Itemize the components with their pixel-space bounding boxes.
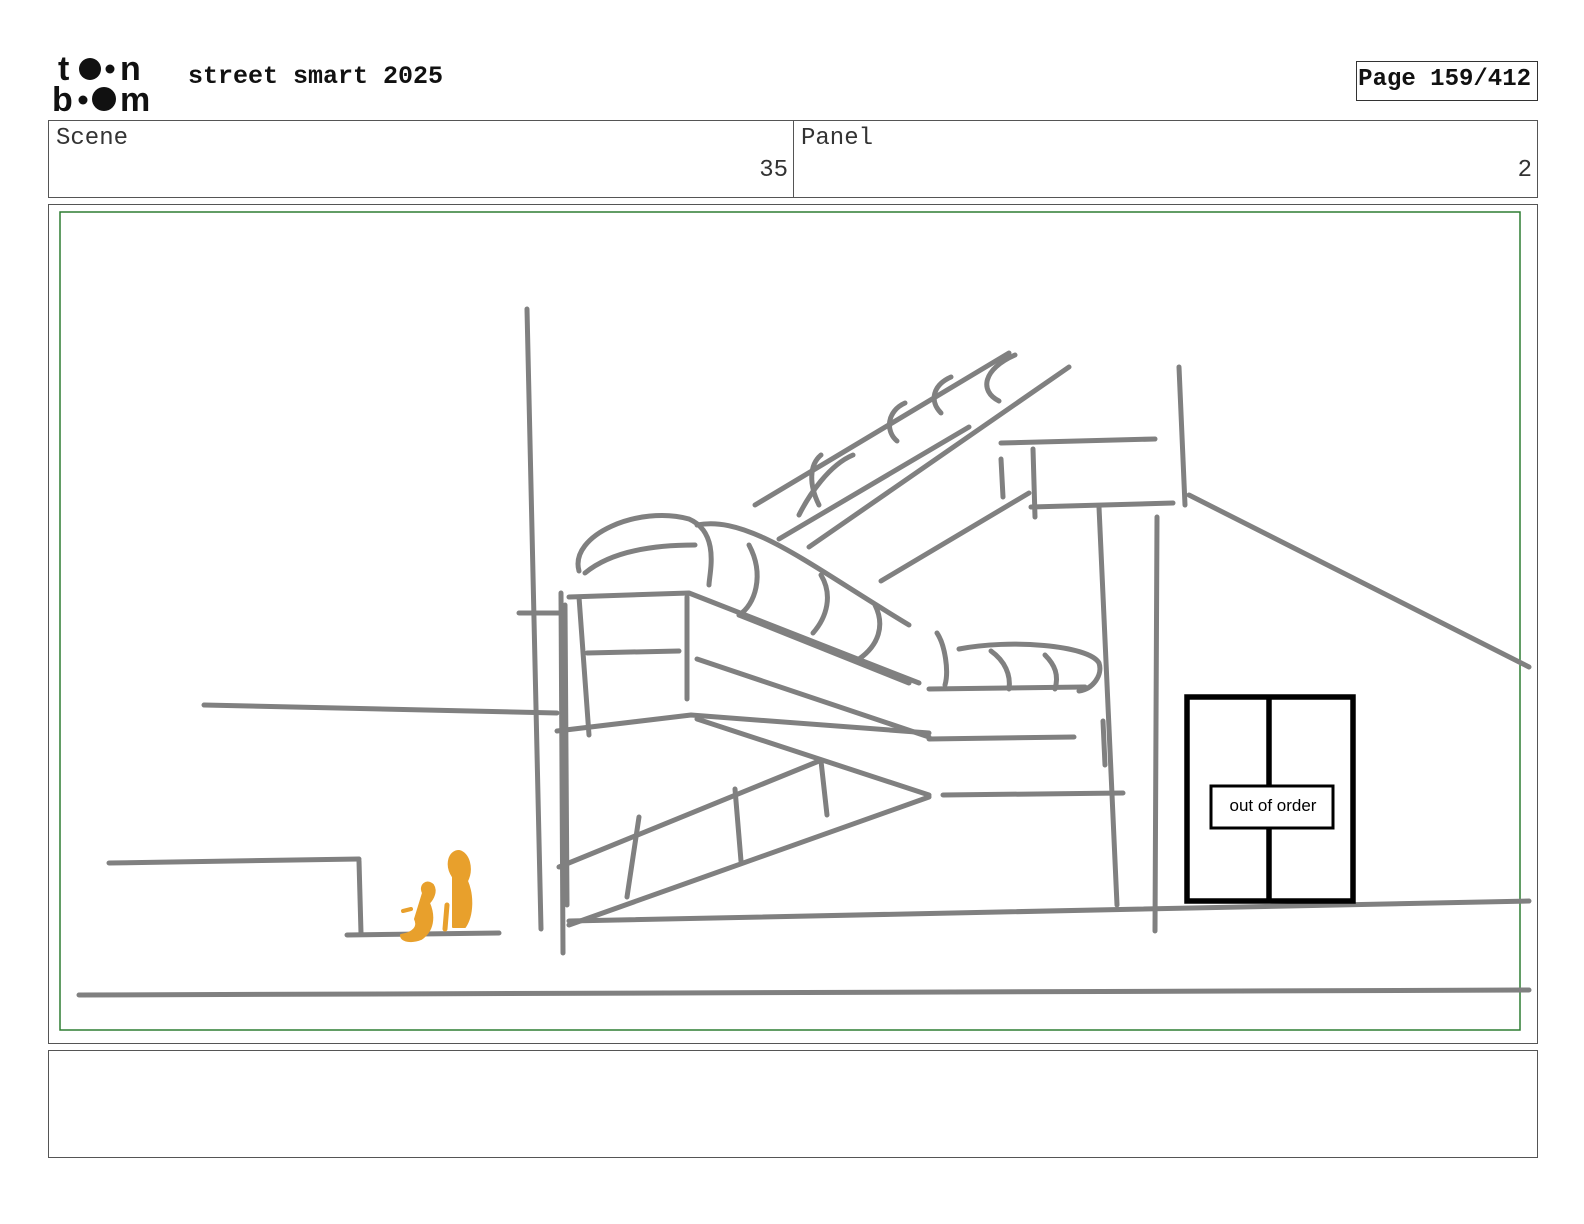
toon-boom-logo-icon: t n b m <box>52 50 150 114</box>
figures-sketch <box>400 850 473 943</box>
toon-boom-logo: t n b m <box>50 50 165 114</box>
project-title: street smart 2025 <box>188 62 444 91</box>
svg-text:m: m <box>120 81 150 114</box>
scene-panel-info: Scene 35 Panel 2 <box>48 120 1538 198</box>
svg-text:b: b <box>52 81 73 114</box>
sketch-canvas: out of order <box>59 211 1532 1031</box>
out-of-order-sign: out of order <box>1230 796 1317 815</box>
scene-number: 35 <box>759 157 788 184</box>
panel-notes-area <box>48 1050 1538 1158</box>
storyboard-panel-drawing: out of order <box>48 204 1538 1044</box>
panel-cell: Panel 2 <box>794 121 1537 197</box>
panel-number: 2 <box>1517 157 1532 184</box>
panel-label: Panel <box>801 125 874 152</box>
sketch-lines <box>76 306 1532 998</box>
page-indicator-text: Page 159/412 <box>1358 66 1531 93</box>
scene-cell: Scene 35 <box>49 121 794 197</box>
page-indicator: Page 159/412 <box>1356 61 1538 101</box>
scene-label: Scene <box>56 125 129 152</box>
